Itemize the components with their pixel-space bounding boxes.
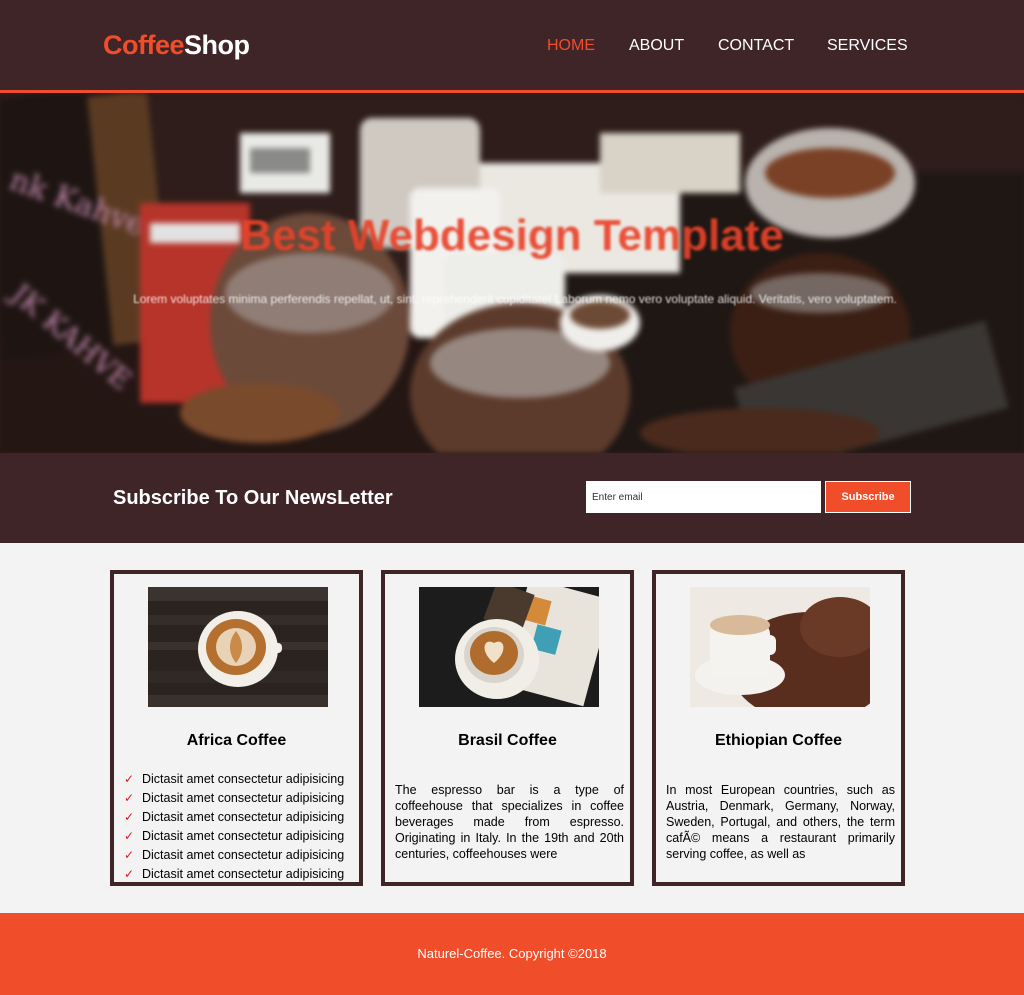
list-item-text: Dictasit amet consectetur adipisicing xyxy=(142,772,345,786)
product-card-brasil: Brasil Coffee The espresso bar is a type… xyxy=(381,570,634,886)
list-item-text: Dictasit amet consectetur adipisicing xyxy=(142,848,345,862)
site-footer: Naturel-Coffee. Copyright ©2018 xyxy=(0,913,1024,995)
ethiopian-coffee-image xyxy=(690,587,870,707)
list-item: ✓ Dictasit amet consectetur adipisicing xyxy=(124,808,344,827)
newsletter-section: Subscribe To Our NewsLetter Subscribe xyxy=(0,453,1024,543)
card-description: In most European countries, such as Aust… xyxy=(666,783,895,861)
list-item: ✓ Dictasit amet consectetur adipisicing xyxy=(124,846,344,865)
nav-link-services[interactable]: SERVICES xyxy=(827,37,908,55)
checkmark-icon: ✓ xyxy=(124,867,135,881)
list-item-text: Dictasit amet consectetur adipisicing xyxy=(142,791,345,805)
checkmark-icon: ✓ xyxy=(124,829,135,843)
feature-list: ✓ Dictasit amet consectetur adipisicing ✓… xyxy=(124,770,345,882)
nav-link-about[interactable]: ABOUT xyxy=(629,37,684,55)
hero-text: Lorem voluptates minima perferendis repe… xyxy=(133,292,897,306)
list-item: ✓ Dictasit amet consectetur adipisicing xyxy=(124,865,345,882)
hero-banner: nk Kahvec JK KAHVE Best Webdesign Templa… xyxy=(0,93,1024,453)
list-item: ✓ Dictasit amet consectetur adipisicing xyxy=(124,789,344,808)
card-title: Ethiopian Coffee xyxy=(714,732,843,749)
product-card-ethiopian: Ethiopian Coffee In most European countr… xyxy=(652,570,905,886)
newsletter-title: Subscribe To Our NewsLetter xyxy=(113,487,393,509)
list-item-text: Dictasit amet consectetur adipisicing xyxy=(142,867,345,881)
card-description: The espresso bar is a type of coffeehous… xyxy=(395,783,624,861)
product-card-africa: Africa Coffee ✓ Dictasit amet consectetur… xyxy=(110,570,363,886)
hero-title: Best Webdesign Template xyxy=(240,211,784,260)
list-item-text: Dictasit amet consectetur adipisicing xyxy=(142,810,345,824)
card-title: Brasil Coffee xyxy=(458,732,557,749)
africa-coffee-image xyxy=(148,587,328,707)
checkmark-icon: ✓ xyxy=(124,772,135,786)
list-item-text: Dictasit amet consectetur adipisicing xyxy=(142,829,345,843)
card-title: Africa Coffee xyxy=(186,732,287,749)
checkmark-icon: ✓ xyxy=(124,810,135,824)
checkmark-icon: ✓ xyxy=(124,848,135,862)
site-header: CoffeeShop HOME ABOUT CONTACT SERVICES xyxy=(0,0,1024,90)
list-item: ✓ Dictasit amet consectetur adipisicing xyxy=(124,770,344,789)
email-input[interactable] xyxy=(586,481,821,513)
copyright-text: Naturel-Coffee. Copyright ©2018 xyxy=(417,946,607,961)
brasil-coffee-image xyxy=(419,587,599,707)
list-item: ✓ Dictasit amet consectetur adipisicing xyxy=(124,827,344,846)
checkmark-icon: ✓ xyxy=(124,791,135,805)
subscribe-button[interactable]: Subscribe xyxy=(825,481,911,513)
hero-background-image: nk Kahvec JK KAHVE xyxy=(0,93,1024,453)
nav-link-home[interactable]: HOME xyxy=(547,37,595,55)
nav-link-contact[interactable]: CONTACT xyxy=(718,37,794,55)
main-nav: HOME ABOUT CONTACT SERVICES xyxy=(0,37,1024,57)
